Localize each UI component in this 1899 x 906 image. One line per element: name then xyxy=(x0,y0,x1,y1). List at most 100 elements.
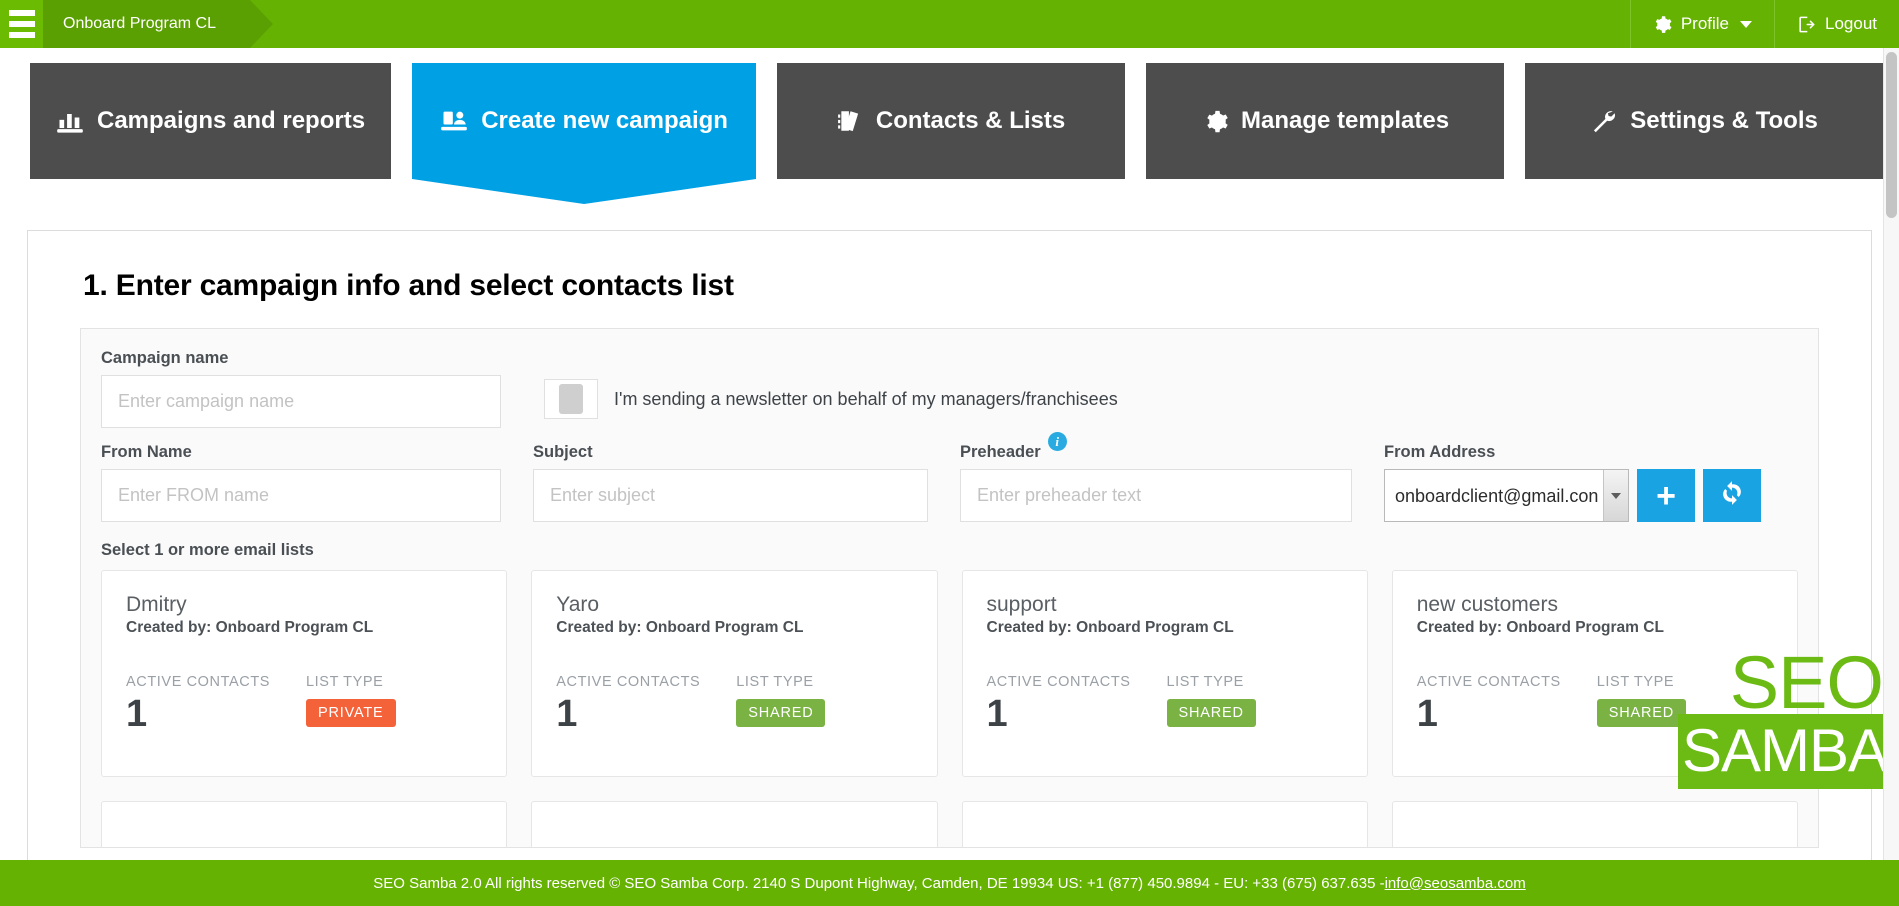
sign-out-icon xyxy=(1797,15,1816,34)
email-list-card[interactable] xyxy=(961,801,1368,847)
plus-icon: + xyxy=(1656,476,1676,515)
email-list-card[interactable] xyxy=(531,801,938,847)
gear-icon xyxy=(1653,15,1672,34)
tab-label: Manage templates xyxy=(1241,107,1450,134)
page-scrollbar-track[interactable] xyxy=(1883,48,1899,860)
email-list-card-grid: Dmitry Created by: Onboard Program CL AC… xyxy=(101,570,1798,847)
tab-create-new-campaign[interactable]: Create new campaign xyxy=(412,63,757,179)
logout-button[interactable]: Logout xyxy=(1774,0,1899,48)
refresh-sync-icon xyxy=(1719,480,1745,511)
tab-contacts-and-lists[interactable]: Contacts & Lists xyxy=(777,63,1126,179)
primary-navigation: Campaigns and reports Create new campaig… xyxy=(0,48,1899,188)
add-from-address-button[interactable]: + xyxy=(1637,469,1695,522)
refresh-from-address-button[interactable] xyxy=(1703,469,1761,522)
active-contacts-value: 1 xyxy=(986,693,1008,735)
list-type-stat: LIST TYPE PRIVATE xyxy=(306,674,396,735)
list-created-by: Created by: Onboard Program CL xyxy=(126,619,374,636)
top-bar-spacer xyxy=(250,0,1630,48)
main-content-panel: 1. Enter campaign info and select contac… xyxy=(27,230,1872,870)
list-type-caption: LIST TYPE xyxy=(1596,674,1675,690)
email-list-card[interactable] xyxy=(101,801,508,847)
list-type-caption: LIST TYPE xyxy=(1166,674,1244,690)
status-badge: SHARED xyxy=(1596,699,1686,727)
active-contacts-caption: ACTIVE CONTACTS xyxy=(1416,674,1561,690)
tab-settings-and-tools[interactable]: Settings & Tools xyxy=(1525,63,1884,179)
active-contacts-stat: ACTIVE CONTACTS 1 xyxy=(987,674,1167,735)
behalf-checkbox-group: I'm sending a newsletter on behalf of my… xyxy=(544,379,1118,419)
from-name-field-group: From Name xyxy=(101,443,501,522)
from-address-controls: onboardclient@gmail.con + xyxy=(1384,469,1798,522)
active-contacts-caption: ACTIVE CONTACTS xyxy=(986,674,1131,690)
site-tag[interactable]: Onboard Program CL xyxy=(43,0,273,48)
address-book-icon xyxy=(837,108,863,134)
page-scrollbar-thumb[interactable] xyxy=(1886,52,1897,218)
tab-label: Contacts & Lists xyxy=(875,107,1066,134)
wrench-icon xyxy=(1590,108,1617,135)
preheader-input[interactable] xyxy=(960,469,1352,522)
email-lists-label: Select 1 or more email lists xyxy=(101,541,314,559)
campaign-name-label: Campaign name xyxy=(101,349,229,367)
preheader-label: Preheader xyxy=(960,443,1041,461)
tab-label: Create new campaign xyxy=(481,107,728,134)
status-badge: PRIVATE xyxy=(306,699,396,727)
profile-menu-button[interactable]: Profile xyxy=(1629,0,1774,48)
active-contacts-caption: ACTIVE CONTACTS xyxy=(556,674,701,690)
behalf-checkbox-label: I'm sending a newsletter on behalf of my… xyxy=(614,388,1118,409)
checkbox-inner-square xyxy=(559,384,583,414)
active-contacts-value: 1 xyxy=(126,693,148,735)
behalf-checkbox[interactable] xyxy=(544,379,598,419)
preheader-field-group: Preheader i xyxy=(960,432,1352,522)
active-contacts-value: 1 xyxy=(1416,693,1438,735)
list-created-by: Created by: Onboard Program CL xyxy=(556,619,804,636)
subject-input[interactable] xyxy=(533,469,928,522)
tab-campaigns-and-reports[interactable]: Campaigns and reports xyxy=(30,63,392,179)
list-stats: ACTIVE CONTACTS 1 LIST TYPE PRIVATE xyxy=(126,674,482,735)
subject-label: Subject xyxy=(533,443,593,461)
from-address-field-group: From Address onboardclient@gmail.con + xyxy=(1384,443,1798,522)
list-stats: ACTIVE CONTACTS 1 LIST TYPE SHARED xyxy=(987,674,1343,735)
campaign-name-input[interactable] xyxy=(101,375,501,428)
email-list-card[interactable]: Yaro Created by: Onboard Program CL ACTI… xyxy=(531,570,938,777)
hamburger-bar xyxy=(8,21,35,27)
chevron-down-icon xyxy=(1740,20,1752,28)
list-created-by: Created by: Onboard Program CL xyxy=(1416,619,1664,636)
top-bar: Onboard Program CL Profile Logout xyxy=(0,0,1899,48)
email-list-card[interactable]: new customers Created by: Onboard Progra… xyxy=(1391,570,1798,777)
campaign-name-field-group: Campaign name xyxy=(101,349,501,428)
list-type-caption: LIST TYPE xyxy=(736,674,814,690)
gear-icon xyxy=(1201,108,1228,135)
tab-label: Campaigns and reports xyxy=(97,107,366,134)
footer-email-link[interactable]: info@seosamba.com xyxy=(1385,875,1526,892)
info-circle-icon[interactable]: i xyxy=(1047,432,1067,451)
list-name: support xyxy=(986,593,1057,616)
list-name: Dmitry xyxy=(126,593,187,616)
bar-chart-report-icon xyxy=(56,107,84,135)
active-contacts-stat: ACTIVE CONTACTS 1 xyxy=(1417,674,1597,735)
page-footer: SEO Samba 2.0 All rights reserved © SEO … xyxy=(0,860,1899,906)
logout-label: Logout xyxy=(1825,14,1877,33)
site-tag-label: Onboard Program CL xyxy=(63,15,216,32)
subject-field-group: Subject xyxy=(533,443,928,522)
status-badge: SHARED xyxy=(736,699,826,727)
user-card-icon xyxy=(440,107,468,135)
email-list-card[interactable]: Dmitry Created by: Onboard Program CL AC… xyxy=(101,570,508,777)
from-name-label: From Name xyxy=(101,443,192,461)
from-address-select[interactable]: onboardclient@gmail.con xyxy=(1384,469,1629,522)
email-list-card[interactable]: support Created by: Onboard Program CL A… xyxy=(961,570,1368,777)
active-contacts-stat: ACTIVE CONTACTS 1 xyxy=(556,674,736,735)
list-name: new customers xyxy=(1416,593,1558,616)
from-address-label: From Address xyxy=(1384,443,1496,461)
from-address-select-wrapper: onboardclient@gmail.con xyxy=(1384,469,1629,522)
hamburger-bar xyxy=(8,32,35,38)
page-title: 1. Enter campaign info and select contac… xyxy=(83,269,734,302)
tab-manage-templates[interactable]: Manage templates xyxy=(1146,63,1505,179)
list-type-stat: LIST TYPE SHARED xyxy=(736,674,826,735)
list-stats: ACTIVE CONTACTS 1 LIST TYPE SHARED xyxy=(1417,674,1773,735)
hamburger-menu-icon[interactable] xyxy=(0,0,43,48)
tab-label: Settings & Tools xyxy=(1630,107,1818,134)
hamburger-bar xyxy=(8,10,35,16)
email-list-card[interactable] xyxy=(1391,801,1798,847)
active-contacts-value: 1 xyxy=(556,693,578,735)
from-name-input[interactable] xyxy=(101,469,501,522)
active-contacts-caption: ACTIVE CONTACTS xyxy=(126,674,271,690)
